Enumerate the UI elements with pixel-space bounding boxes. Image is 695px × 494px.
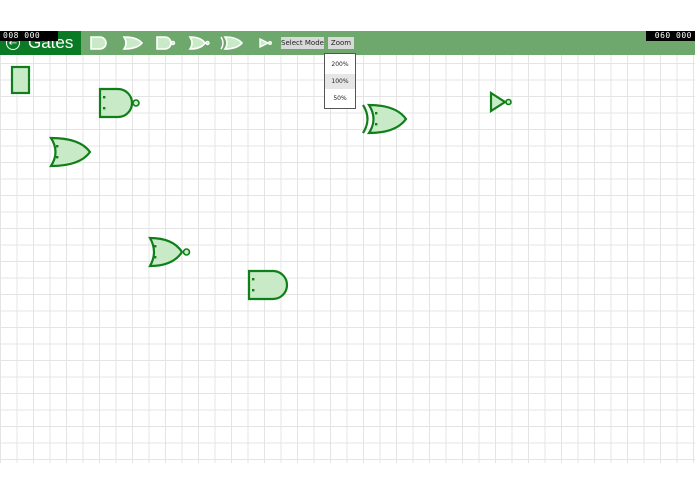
nand-gate-icon: [98, 87, 140, 119]
bottom-margin: [0, 463, 695, 494]
xor-gate-icon: [220, 36, 244, 50]
and-gate[interactable]: [246, 269, 292, 305]
zoom-option-50[interactable]: 50%: [325, 91, 355, 106]
or-gate-icon: [48, 136, 92, 168]
not-gate[interactable]: [488, 90, 514, 119]
xor-gate[interactable]: [360, 103, 410, 139]
not-gate-tool[interactable]: [256, 34, 280, 52]
zoom-option-100[interactable]: 100%: [325, 74, 355, 89]
and-gate-icon: [247, 269, 289, 301]
select-mode-button[interactable]: Select Mode: [281, 37, 324, 49]
zoom-dropdown-menu: 200% 100% 50%: [324, 53, 356, 109]
nor-gate-icon: [148, 236, 191, 268]
not-gate-icon: [489, 90, 512, 114]
zoom-button[interactable]: Zoom: [328, 37, 354, 49]
nor-gate-icon: [188, 36, 210, 50]
or-gate-tool[interactable]: [121, 34, 145, 52]
and-gate-tool[interactable]: [88, 34, 112, 52]
counter-right: 060 000: [646, 31, 695, 41]
counter-left: 008 000: [0, 31, 58, 41]
input-switch[interactable]: [10, 65, 32, 99]
input-switch-icon: [10, 65, 31, 95]
nand-gate-icon: [156, 36, 176, 50]
xor-gate-tool[interactable]: [220, 34, 244, 52]
not-gate-icon: [259, 37, 272, 49]
nor-gate-tool[interactable]: [187, 34, 211, 52]
nand-gate[interactable]: [97, 87, 143, 123]
xor-gate-icon: [362, 103, 408, 135]
zoom-option-200[interactable]: 200%: [325, 57, 355, 72]
nand-gate-tool[interactable]: [154, 34, 178, 52]
nor-gate[interactable]: [147, 236, 193, 272]
and-gate-icon: [90, 36, 107, 50]
or-gate-icon: [122, 36, 144, 50]
or-gate[interactable]: [48, 136, 94, 172]
